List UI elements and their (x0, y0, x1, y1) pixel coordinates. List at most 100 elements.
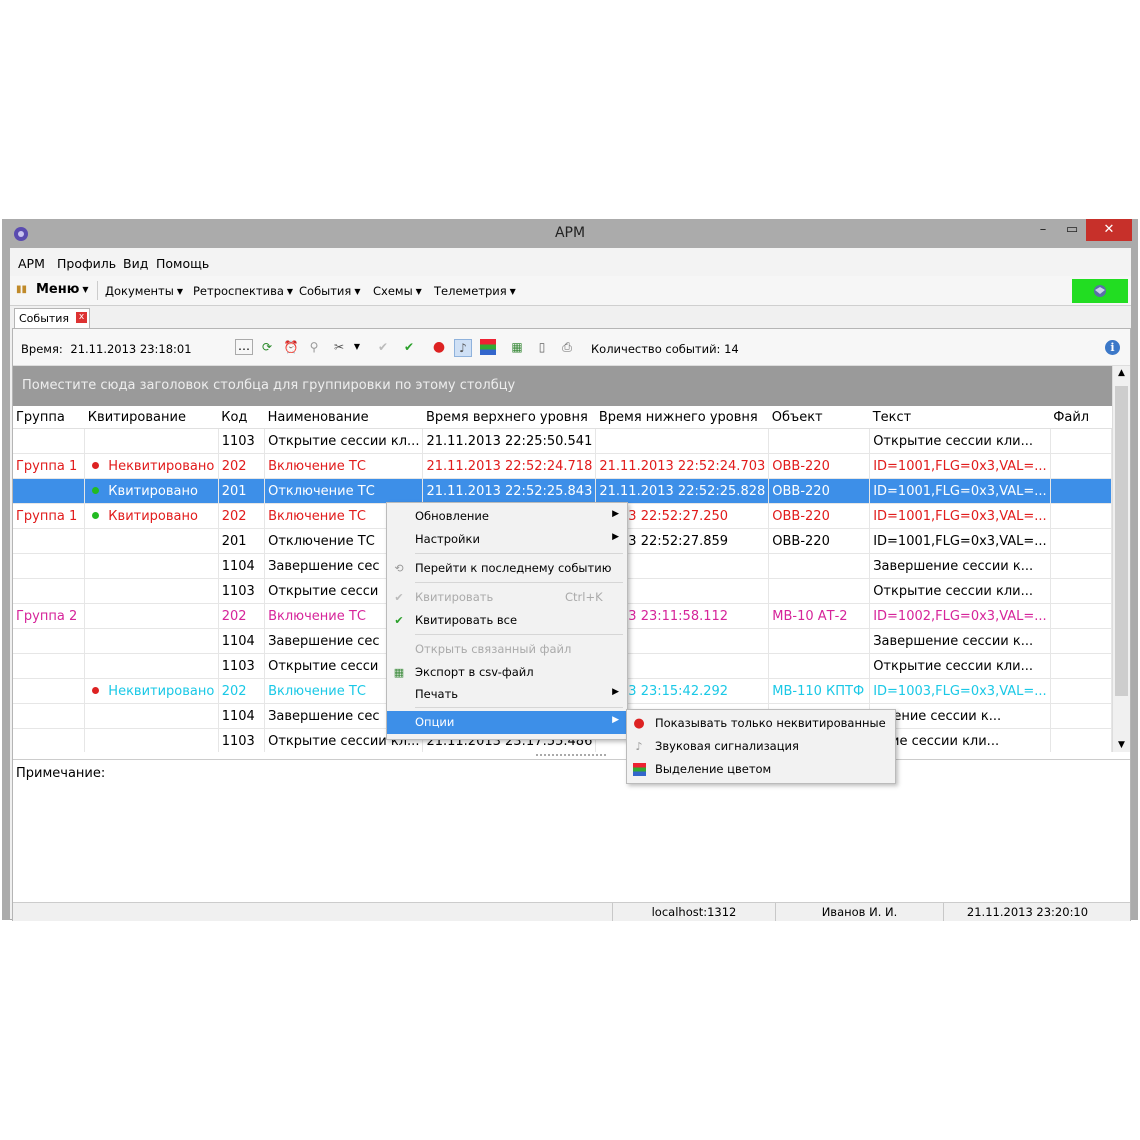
tab-events[interactable]: События x (14, 308, 90, 329)
cell-code: 1104 (218, 703, 266, 729)
tab-events-label: События (19, 312, 70, 325)
table-row[interactable]: Группа 1 Неквитировано 202 Включение ТС 21.1… (13, 453, 1112, 479)
cell-file (1050, 428, 1112, 454)
cell-text: ID=1001,FLG=0x3,VAL=... (869, 478, 1051, 504)
menu-item-goto-last[interactable]: ⟲ Перейти к последнему событию (387, 557, 627, 580)
menu-separator (415, 634, 623, 635)
menu-item-refresh-label: Обновление (415, 509, 489, 523)
minimize-button[interactable]: – (1028, 219, 1058, 241)
open-file-icon[interactable]: ▯ (534, 339, 550, 355)
cell-code: 201 (218, 528, 266, 554)
connection-status-button[interactable] (1072, 279, 1128, 303)
cell-text: ID=1002,FLG=0x3,VAL=... (869, 603, 1051, 629)
menu-item-acknowledge[interactable]: ✔ Квитировать Ctrl+K (387, 586, 627, 609)
menu-item-refresh[interactable]: Обновление ▶ (387, 505, 627, 528)
time-picker-icon[interactable]: … (235, 339, 253, 355)
info-icon[interactable]: i (1105, 340, 1120, 355)
cell-ack (84, 553, 219, 579)
time-value[interactable]: 21.11.2013 23:18:01 (70, 342, 191, 356)
acknowledge-all-icon[interactable]: ✔ (401, 339, 417, 355)
filter-icon[interactable]: ⚲ (306, 339, 322, 355)
submenu-arrow-icon: ▶ (612, 509, 619, 519)
main-menu-button[interactable]: Меню ▼ (36, 282, 89, 297)
menu-profile[interactable]: Профиль (57, 256, 116, 271)
menu-arm[interactable]: АРМ (18, 256, 45, 271)
cell-upper-time: 21.11.2013 22:52:24.718 (422, 453, 597, 479)
toolbar-retrospective[interactable]: Ретроспектива ▼ (193, 284, 293, 298)
menu-item-settings[interactable]: Настройки ▶ (387, 528, 627, 551)
globe-icon (1094, 285, 1106, 297)
toolbar-documents[interactable]: Документы ▼ (105, 284, 183, 298)
time-field: Время: 21.11.2013 23:18:01 (21, 342, 192, 356)
scroll-thumb[interactable] (1115, 386, 1128, 696)
menu-item-acknowledge-all[interactable]: ✔ Квитировать все (387, 609, 627, 632)
cell-file (1050, 503, 1112, 529)
sound-icon[interactable]: ♪ (454, 339, 472, 357)
color-stripes-icon (633, 763, 646, 776)
ack-status-text: Квитировано (108, 483, 198, 499)
color-highlight-icon[interactable] (480, 339, 496, 355)
menu-item-print[interactable]: Печать ▶ (387, 683, 627, 706)
unacked-only-icon[interactable]: ● (431, 339, 447, 355)
close-button[interactable]: ✕ (1086, 219, 1132, 241)
maximize-button[interactable]: ▭ (1057, 219, 1087, 241)
column-header-text[interactable]: Текст (869, 406, 1051, 429)
cell-group: Группа 2 (13, 603, 86, 629)
column-header-upper-time[interactable]: Время верхнего уровня (422, 406, 596, 429)
panel-splitter[interactable] (536, 754, 606, 756)
submenu-item-color-highlight-label: Выделение цветом (655, 762, 772, 776)
note-label: Примечание: (16, 766, 106, 781)
refresh-icon[interactable]: ⟳ (259, 339, 275, 355)
column-header-object[interactable]: Объект (768, 406, 870, 429)
export-csv-icon[interactable]: ▦ (509, 339, 525, 355)
title-bar[interactable]: АРМ – ▭ ✕ (2, 219, 1138, 248)
table-row[interactable]: 1103 Открытие сессии кл... 21.11.2013 22:2… (13, 428, 1112, 454)
cell-file (1050, 703, 1112, 729)
alarm-clock-icon[interactable]: ⏰ (283, 339, 299, 355)
toolbar-events[interactable]: События ▼ (299, 284, 361, 298)
column-header-name[interactable]: Наименование (264, 406, 423, 429)
column-header-lower-time[interactable]: Время нижнего уровня (595, 406, 769, 429)
cell-object (768, 578, 871, 604)
cell-object (768, 628, 871, 654)
cell-code: 202 (218, 453, 266, 479)
menu-help[interactable]: Помощь (156, 256, 209, 271)
table-row[interactable]: Квитировано 201 Отключение ТС 21.11.2013 22… (13, 478, 1112, 504)
scroll-down-icon[interactable]: ▼ (1113, 740, 1130, 750)
menu-item-open-file[interactable]: Открыть связанный файл (387, 638, 627, 661)
note-area[interactable]: Примечание: (13, 759, 1130, 860)
cell-code: 1103 (218, 653, 266, 679)
menu-view[interactable]: Вид (123, 256, 148, 271)
toolbar-schemes[interactable]: Схемы ▼ (373, 284, 422, 298)
cell-group (13, 628, 86, 654)
menu-item-options[interactable]: Опции ▶ (387, 711, 627, 734)
submenu-arrow-icon: ▶ (612, 532, 619, 542)
menu-separator (415, 707, 623, 708)
cell-code: 1103 (218, 428, 266, 454)
submenu-item-sound[interactable]: ♪ Звуковая сигнализация (627, 735, 895, 758)
tools-icon[interactable]: ✂ (331, 339, 347, 355)
group-by-area[interactable]: Поместите сюда заголовок столбца для гру… (13, 366, 1112, 406)
column-header-code[interactable]: Код (218, 406, 265, 429)
tab-close-icon[interactable]: x (76, 312, 87, 323)
print-icon[interactable]: ⎙ (559, 339, 575, 355)
acknowledge-icon[interactable]: ✔ (375, 339, 391, 355)
cell-object: МВ-110 КПТФ (768, 678, 871, 704)
menu-bar: АРМ Профиль Вид Помощь (10, 248, 1131, 276)
cell-file (1050, 653, 1112, 679)
menu-item-export-csv[interactable]: ▦ Экспорт в csv-файл (387, 661, 627, 684)
scroll-up-icon[interactable]: ▲ (1113, 368, 1130, 378)
cell-object: ОВВ-220 (768, 528, 871, 554)
column-header-group[interactable]: Группа (13, 406, 85, 429)
toolbar-telemetry[interactable]: Телеметрия ▼ (434, 284, 516, 298)
cell-name: Отключение ТС (264, 478, 424, 504)
cell-text: Завершение сессии к... (869, 628, 1051, 654)
submenu-item-color-highlight[interactable]: Выделение цветом (627, 758, 895, 781)
vertical-scrollbar[interactable]: ▲ ▼ (1112, 366, 1130, 752)
menu-item-acknowledge-all-label: Квитировать все (415, 613, 518, 627)
main-toolbar: ▮▮ Меню ▼ Документы ▼ Ретроспектива ▼ Событ… (10, 276, 1131, 306)
column-header-ack[interactable]: Квитирование (84, 406, 219, 429)
submenu-item-unacked-only[interactable]: ● Показывать только неквитированные (627, 712, 895, 735)
tools-dropdown-icon[interactable]: ▼ (349, 339, 365, 355)
column-header-file[interactable]: Файл (1050, 406, 1112, 429)
